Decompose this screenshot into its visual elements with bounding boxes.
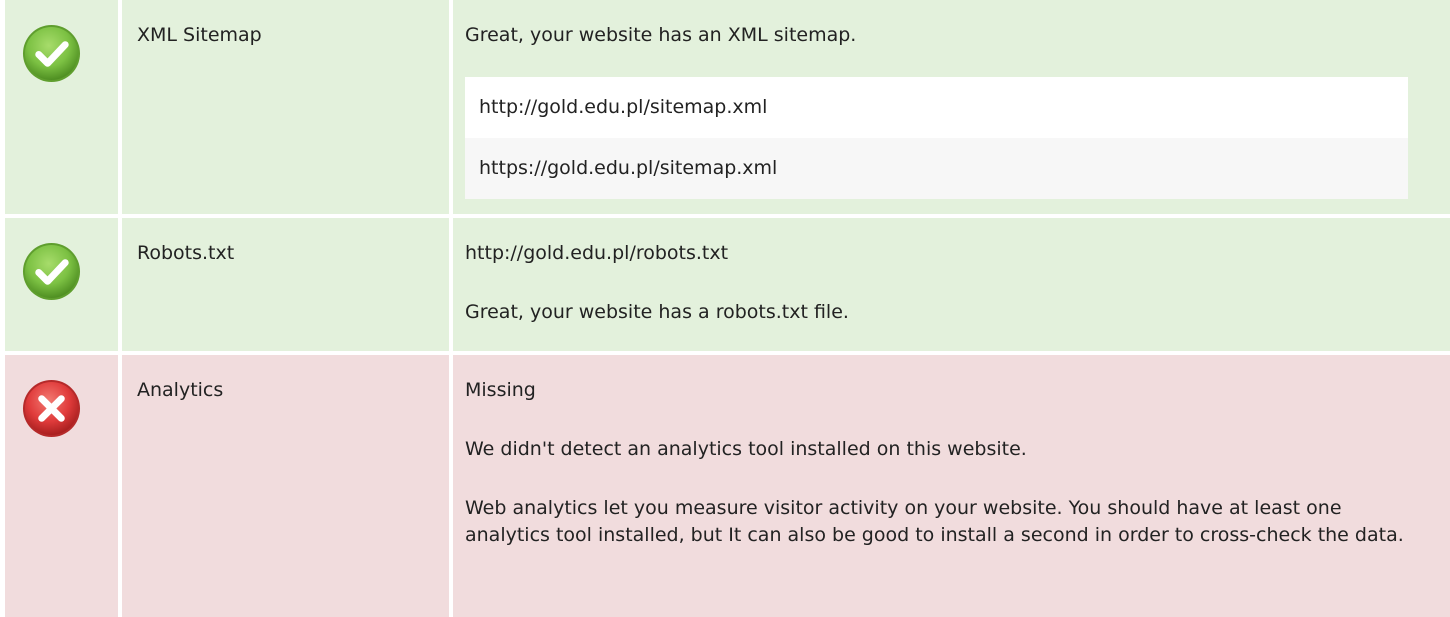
check-row-analytics: Analytics Missing We didn't detect an an… xyxy=(5,355,1450,617)
sitemap-url-item: https://gold.edu.pl/sitemap.xml xyxy=(465,138,1408,199)
check-label: Robots.txt xyxy=(122,218,449,351)
result-description: Web analytics let you measure visitor ac… xyxy=(465,497,1404,546)
check-row-xml-sitemap: XML Sitemap Great, your website has an X… xyxy=(5,0,1450,214)
status-cell xyxy=(5,0,118,214)
error-circle-icon xyxy=(22,379,81,438)
check-result: http://gold.edu.pl/robots.txt Great, you… xyxy=(453,218,1450,351)
check-row-robots-txt: Robots.txt http://gold.edu.pl/robots.txt… xyxy=(5,218,1450,351)
check-label: XML Sitemap xyxy=(122,0,449,214)
sitemap-url-item: http://gold.edu.pl/sitemap.xml xyxy=(479,96,768,118)
status-cell xyxy=(5,355,118,617)
check-result: Great, your website has an XML sitemap. … xyxy=(453,0,1450,214)
status-cell xyxy=(5,218,118,351)
result-message: We didn't detect an analytics tool insta… xyxy=(465,438,1027,460)
check-circle-icon xyxy=(22,24,81,83)
result-message: Great, your website has an XML sitemap. xyxy=(465,24,857,46)
check-result: Missing We didn't detect an analytics to… xyxy=(453,355,1450,617)
seo-report: XML Sitemap Great, your website has an X… xyxy=(0,0,1450,617)
robots-url: http://gold.edu.pl/robots.txt xyxy=(465,242,729,264)
result-value: Missing xyxy=(465,379,536,401)
result-message: Great, your website has a robots.txt fil… xyxy=(465,301,849,323)
check-label: Analytics xyxy=(122,355,449,617)
sitemap-url-list: http://gold.edu.pl/sitemap.xml https://g… xyxy=(465,77,1408,199)
check-circle-icon xyxy=(22,242,81,301)
